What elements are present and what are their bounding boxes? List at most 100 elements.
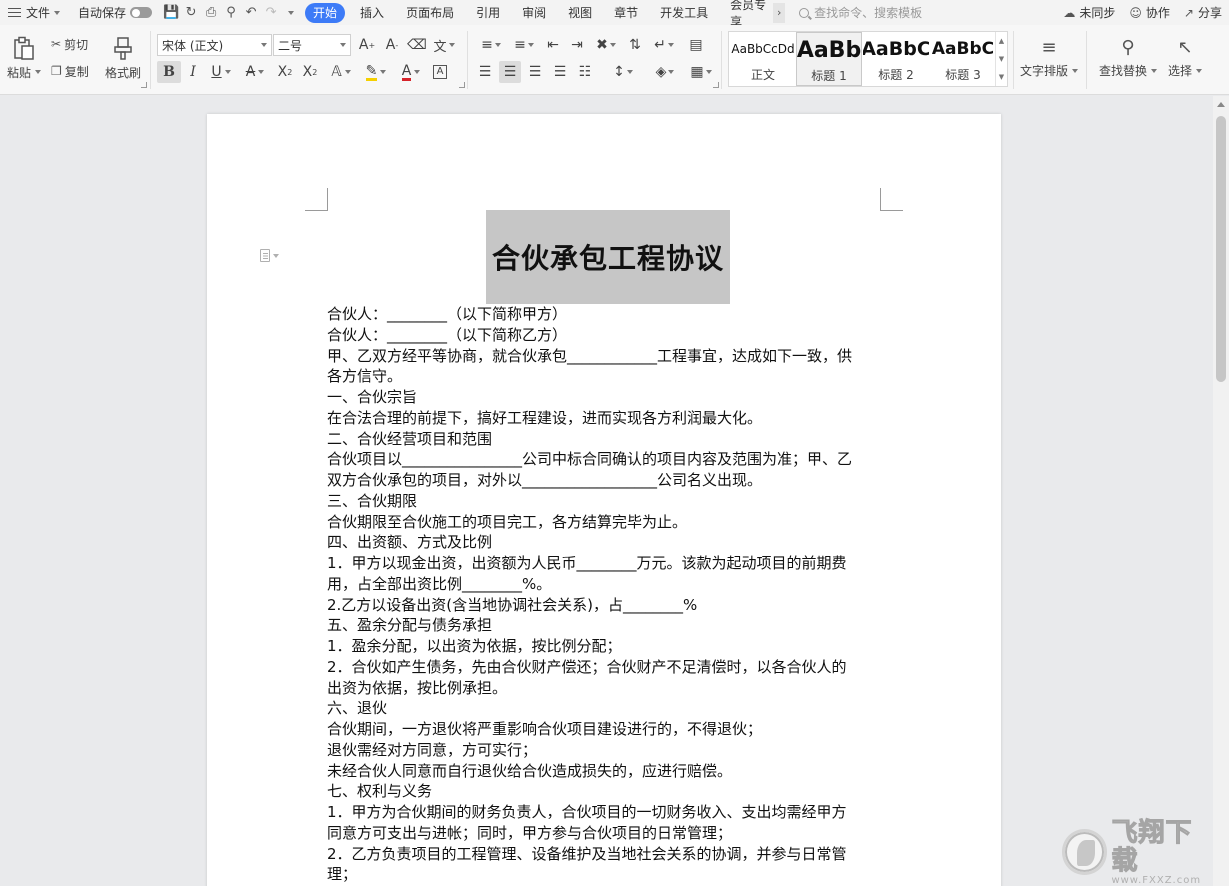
paragraph[interactable]: 合伙期间，一方退伙将严重影响合伙项目建设进行的，不得退伙； [327, 719, 883, 740]
section-heading[interactable]: 七、权利与义务 [327, 781, 883, 802]
paragraph[interactable]: 退伙需经对方同意，方可实行； [327, 740, 883, 761]
show-marks-icon[interactable]: ↵ [649, 34, 679, 56]
superscript-icon[interactable]: X2 [274, 61, 296, 83]
bold-icon[interactable]: B [157, 61, 181, 83]
paragraph[interactable]: 2.乙方以设备出资(含当地协调社会关系)，占________% [327, 595, 883, 616]
tab-review[interactable]: 审阅 [511, 0, 557, 25]
chinese-layout-icon[interactable]: ✖ [591, 34, 621, 56]
document-page[interactable]: 合伙承包工程协议 合伙人：________（以下简称甲方） 合伙人：______… [207, 114, 1001, 886]
text-effect-icon[interactable]: 𝔸 [326, 61, 356, 83]
autosave-toggle[interactable]: 自动保存 [69, 0, 161, 25]
style-normal[interactable]: AaBbCcDd 正文 [730, 32, 796, 86]
command-search[interactable]: 查找命令、搜索模板 [799, 4, 947, 21]
section-heading[interactable]: 五、盈余分配与债务承担 [327, 615, 883, 636]
tab-references[interactable]: 引用 [465, 0, 511, 25]
style-heading-3[interactable]: AaBbC 标题 3 [930, 32, 996, 86]
tab-section[interactable]: 章节 [603, 0, 649, 25]
find-replace-button[interactable]: ⚲ 查找替换 [1096, 33, 1160, 83]
strikethrough-icon[interactable]: A [240, 61, 270, 83]
tab-developer[interactable]: 开发工具 [649, 0, 719, 25]
increase-indent-icon[interactable]: ⇥ [566, 34, 588, 56]
style-heading-2[interactable]: AaBbC 标题 2 [863, 32, 929, 86]
export-pdf-icon[interactable]: ↻ [181, 0, 201, 25]
paragraph[interactable]: 甲、乙双方经平等协商，就合伙承包____________工程事宜，达成如下一致，… [327, 346, 883, 367]
italic-icon[interactable]: I [183, 61, 203, 83]
paragraph[interactable]: 合伙人：________（以下简称乙方） [327, 325, 883, 346]
paragraph[interactable]: 1．甲方以现金出资，出资额为人民币________万元。该款为起动项目的前期费 [327, 553, 883, 574]
underline-icon[interactable]: U [206, 61, 236, 83]
paragraph[interactable]: 合伙期限至合伙施工的项目完工，各方结算完毕为止。 [327, 512, 883, 533]
print-icon[interactable]: ⎙ [201, 0, 221, 25]
font-name-select[interactable]: 宋体 (正文) [157, 34, 272, 56]
subscript-icon[interactable]: X2 [299, 61, 321, 83]
align-center-icon[interactable]: ☰ [499, 61, 521, 83]
paragraph[interactable]: 2．合伙如产生债务，先由合伙财产偿还；合伙财产不足清偿时，以各合伙人的 [327, 657, 883, 678]
paste-button[interactable]: 粘贴 [4, 33, 44, 83]
paragraph[interactable]: 出资为依据，按比例承担。 [327, 678, 883, 699]
tab-ruler-icon[interactable]: ▤ [685, 34, 707, 56]
borders-icon[interactable]: ▦ [686, 61, 716, 83]
document-workspace[interactable]: 合伙承包工程协议 合伙人：________（以下简称甲方） 合伙人：______… [0, 96, 1213, 886]
expand-gallery-icon[interactable]: ▼ [999, 73, 1004, 81]
font-dialog-launcher-icon[interactable] [459, 82, 465, 88]
print-preview-icon[interactable]: ⚲ [221, 0, 241, 25]
paragraph[interactable]: 合伙项目以________________公司中标合同确认的项目内容及范围为准；… [327, 449, 883, 470]
font-size-select[interactable]: 二号 [273, 34, 351, 56]
paragraph[interactable]: 双方合伙承包的项目，对外以__________________公司名义出现。 [327, 470, 883, 491]
section-heading[interactable]: 三、合伙期限 [327, 491, 883, 512]
justify-icon[interactable]: ☰ [549, 61, 571, 83]
text-layout-button[interactable]: ≡ 文字排版 [1019, 33, 1079, 83]
paragraph[interactable]: 合伙人：________（以下简称甲方） [327, 304, 883, 325]
tab-insert[interactable]: 插入 [349, 0, 395, 25]
style-heading-1[interactable]: AaBb 标题 1 [796, 32, 862, 86]
tabs-scroll-right-icon[interactable]: › [773, 2, 786, 23]
styles-gallery-scroll[interactable]: ▲ ▼ ▼ [995, 32, 1007, 86]
paragraph[interactable]: 理； [327, 864, 883, 885]
distributed-align-icon[interactable]: ☷ [574, 61, 596, 83]
scroll-up-icon[interactable] [1217, 102, 1225, 107]
document-body[interactable]: 合伙人：________（以下简称甲方） 合伙人：________（以下简称乙方… [327, 304, 883, 885]
section-heading[interactable]: 六、退伙 [327, 698, 883, 719]
sync-status-button[interactable]: ☁ 未同步 [1056, 4, 1122, 21]
undo-icon[interactable]: ↶ [241, 0, 261, 25]
chevron-up-icon[interactable]: ▲ [999, 37, 1004, 45]
tab-home[interactable]: 开始 [305, 2, 346, 23]
clipboard-dialog-launcher-icon[interactable] [141, 82, 147, 88]
select-button[interactable]: ↖ 选择 [1163, 33, 1207, 83]
paragraph-handle[interactable] [260, 249, 279, 262]
bullet-list-icon[interactable]: ≡ [476, 34, 506, 56]
paragraph[interactable]: 同意方可支出与进帐；同时，甲方参与合伙项目的日常管理； [327, 823, 883, 844]
paragraph[interactable]: 2．乙方负责项目的工程管理、设备维护及当地社会关系的协调，并参与日常管 [327, 844, 883, 865]
paragraph[interactable]: 各方信守。 [327, 366, 883, 387]
document-title[interactable]: 合伙承包工程协议 [492, 237, 724, 277]
paragraph[interactable]: 1．盈余分配，以出资为依据，按比例分配； [327, 636, 883, 657]
line-spacing-icon[interactable]: ↕ [608, 61, 638, 83]
share-button[interactable]: ↗ 分享 [1177, 4, 1229, 21]
character-border-icon[interactable]: A [429, 61, 451, 83]
paragraph[interactable]: 未经合伙人同意而自行退伙给合伙造成损失的，应进行赔偿。 [327, 761, 883, 782]
highlight-color-icon[interactable]: ✎ [360, 61, 392, 83]
decrease-font-size-icon[interactable]: A- [381, 34, 403, 56]
format-painter-button[interactable]: 格式刷 [103, 33, 143, 83]
clear-formatting-icon[interactable]: ⌫ [406, 34, 428, 56]
redo-icon[interactable]: ↷ [261, 0, 281, 25]
scrollbar-thumb[interactable] [1216, 116, 1226, 382]
align-right-icon[interactable]: ☰ [524, 61, 546, 83]
copy-button[interactable]: ❐ 复制 [51, 62, 89, 80]
tab-view[interactable]: 视图 [557, 0, 603, 25]
sort-icon[interactable]: ⇅ [624, 34, 646, 56]
selected-title-highlight[interactable]: 合伙承包工程协议 [486, 210, 730, 304]
section-heading[interactable]: 一、合伙宗旨 [327, 387, 883, 408]
vertical-scrollbar[interactable] [1213, 96, 1229, 886]
font-color-icon[interactable]: A [396, 61, 426, 83]
section-heading[interactable]: 二、合伙经营项目和范围 [327, 429, 883, 450]
cut-button[interactable]: ✂ 剪切 [51, 35, 88, 53]
quick-access-more-icon[interactable] [281, 0, 301, 25]
collaborate-button[interactable]: ☺ 协作 [1122, 4, 1177, 21]
paragraph[interactable]: 用，占全部出资比例________%。 [327, 574, 883, 595]
chevron-down-icon[interactable]: ▼ [999, 55, 1004, 63]
shading-icon[interactable]: ◈ [650, 61, 680, 83]
decrease-indent-icon[interactable]: ⇤ [542, 34, 564, 56]
paragraph-dialog-launcher-icon[interactable] [713, 82, 719, 88]
save-icon[interactable]: 💾 [161, 0, 181, 25]
